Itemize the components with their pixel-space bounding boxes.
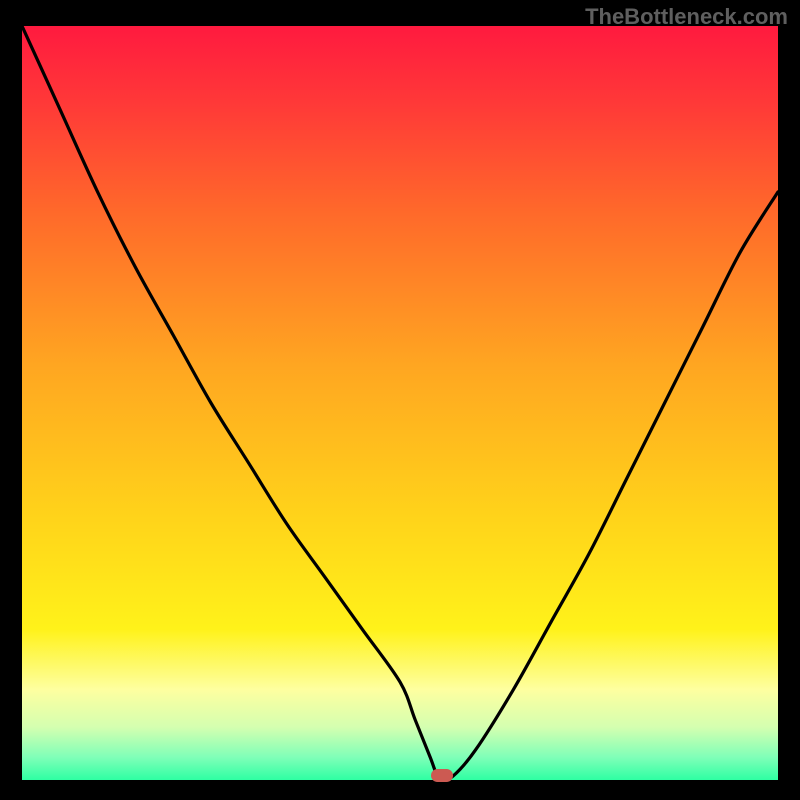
chart-svg — [22, 26, 778, 780]
bottleneck-marker — [431, 769, 453, 782]
chart-container: TheBottleneck.com — [0, 0, 800, 800]
plot-area — [22, 26, 778, 780]
watermark-label: TheBottleneck.com — [585, 4, 788, 30]
